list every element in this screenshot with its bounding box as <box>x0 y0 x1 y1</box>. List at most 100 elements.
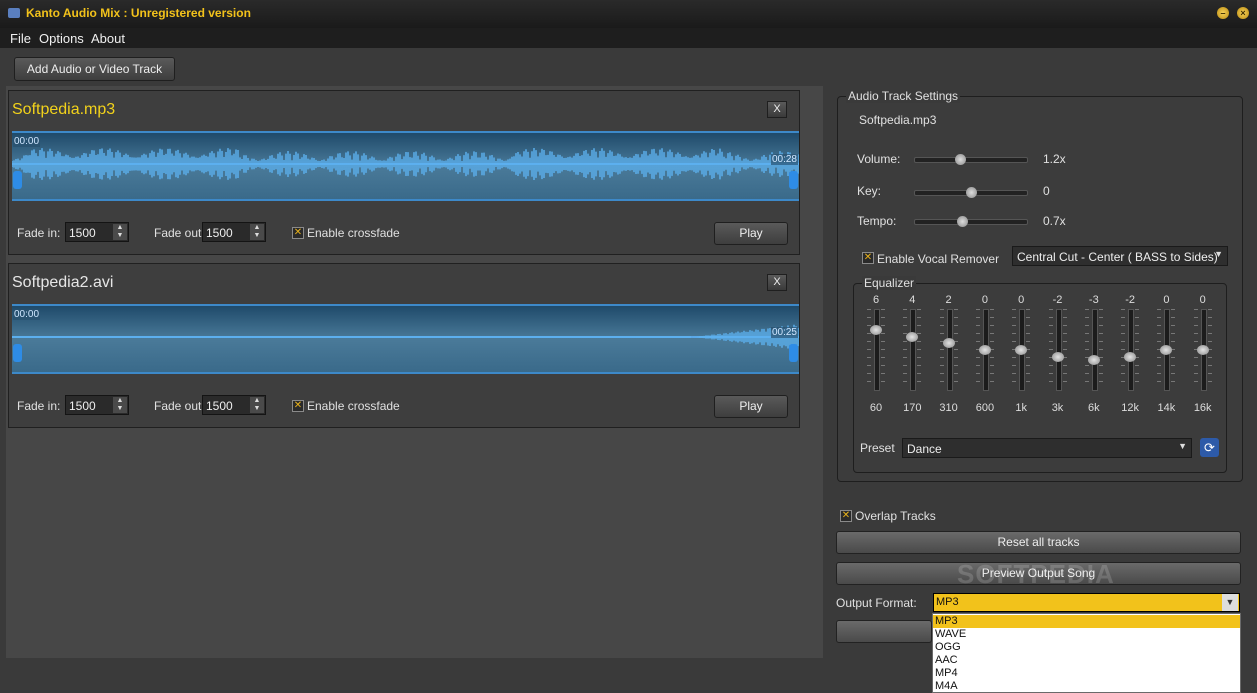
eq-gain-label: -2 <box>1052 294 1063 306</box>
format-option[interactable]: OGG <box>933 641 1240 654</box>
preset-select[interactable]: Dance ▼ <box>902 438 1192 458</box>
stepper-arrows-icon[interactable]: ▲ ▼ <box>250 224 264 240</box>
eq-gain-label: -3 <box>1088 294 1099 306</box>
eq-slider-track[interactable] <box>1128 309 1135 391</box>
overlap-tracks-checkbox[interactable]: ✕ <box>840 510 852 522</box>
eq-slider-track[interactable] <box>910 309 917 391</box>
play-button[interactable]: Play <box>714 222 788 245</box>
eq-slider-track[interactable] <box>946 309 953 391</box>
track-name: Softpedia.mp3 <box>12 101 116 118</box>
eq-band[interactable]: 6 60 <box>861 294 891 434</box>
eq-band[interactable]: 0 1k <box>1006 294 1036 434</box>
minimize-icon[interactable]: – <box>1217 7 1229 19</box>
save-output-button[interactable] <box>836 620 932 643</box>
eq-band[interactable]: -3 6k <box>1079 294 1109 434</box>
track-panel: Softpedia.mp3 X 00:00 00:28 Fade in: 150… <box>8 90 800 255</box>
eq-band[interactable]: 2 310 <box>934 294 964 434</box>
eq-frequency-label: 16k <box>1193 402 1212 414</box>
eq-slider-thumb[interactable] <box>942 338 955 349</box>
equalizer-title: Equalizer <box>862 276 917 290</box>
play-button[interactable]: Play <box>714 395 788 418</box>
eq-slider-thumb[interactable] <box>978 345 991 355</box>
fade-out-value: 1500 <box>206 226 233 240</box>
chevron-down-icon: ▼ <box>1214 249 1223 259</box>
equalizer-group: Equalizer 6 60 4 170 2 310 0 600 0 1k -2 3k -3 6k -2 12… <box>853 276 1227 473</box>
start-handle[interactable] <box>13 171 22 189</box>
eq-slider-thumb[interactable] <box>1124 351 1137 362</box>
format-option[interactable]: MP3 <box>933 615 1240 628</box>
add-track-button[interactable]: Add Audio or Video Track <box>14 57 175 81</box>
menu-about[interactable]: About <box>91 31 125 46</box>
reset-tracks-button[interactable]: Reset all tracks <box>836 531 1241 554</box>
eq-band[interactable]: 0 600 <box>970 294 1000 434</box>
selected-track-name: Softpedia.mp3 <box>859 113 937 127</box>
close-window-icon[interactable]: × <box>1237 7 1249 19</box>
end-handle[interactable] <box>789 344 798 362</box>
format-option[interactable]: M4A <box>933 680 1240 693</box>
start-handle[interactable] <box>13 344 22 362</box>
eq-slider-track[interactable] <box>874 309 880 391</box>
eq-ticks <box>953 309 958 389</box>
eq-slider-thumb[interactable] <box>870 325 882 335</box>
menu-bar: File Options About <box>0 28 1257 48</box>
remove-track-button[interactable]: X <box>767 101 787 118</box>
eq-band[interactable]: 4 170 <box>897 294 927 434</box>
eq-frequency-label: 12k <box>1121 402 1139 414</box>
crossfade-label: Enable crossfade <box>307 399 400 413</box>
key-value: 0 <box>1043 184 1050 198</box>
waveform[interactable]: 00:00 00:28 <box>12 131 799 201</box>
tempo-slider-thumb[interactable] <box>957 216 969 227</box>
stepper-arrows-icon[interactable]: ▲ ▼ <box>250 397 264 413</box>
volume-slider-thumb[interactable] <box>955 154 967 165</box>
output-format-label: Output Format: <box>836 596 917 610</box>
app-icon <box>8 8 20 18</box>
eq-slider-thumb[interactable] <box>1196 345 1209 355</box>
menu-options[interactable]: Options <box>39 31 84 46</box>
key-slider-thumb[interactable] <box>965 187 977 198</box>
end-handle[interactable] <box>789 171 798 189</box>
eq-gain-label: 4 <box>909 294 916 306</box>
volume-label: Volume: <box>857 152 901 166</box>
eq-band[interactable]: 0 16k <box>1188 294 1218 434</box>
chevron-down-icon: ▼ <box>1178 441 1187 451</box>
crossfade-checkbox[interactable]: ✕ <box>292 400 304 412</box>
menu-file[interactable]: File <box>10 31 31 46</box>
volume-slider[interactable] <box>914 154 1028 165</box>
remove-track-button[interactable]: X <box>767 274 787 291</box>
format-option[interactable]: WAVE <box>933 628 1240 641</box>
eq-band[interactable]: -2 3k <box>1043 294 1073 434</box>
key-label: Key: <box>857 184 882 198</box>
waveform[interactable]: 00:00 00:25 <box>12 304 799 374</box>
eq-slider-track[interactable] <box>1055 309 1062 391</box>
eq-slider-track[interactable] <box>1091 309 1098 391</box>
key-slider[interactable] <box>914 187 1028 198</box>
eq-slider-thumb[interactable] <box>1051 351 1064 362</box>
crossfade-checkbox[interactable]: ✕ <box>292 227 304 239</box>
format-option[interactable]: AAC <box>933 654 1240 667</box>
stepper-arrows-icon[interactable]: ▲ ▼ <box>113 224 127 240</box>
fade-in-stepper[interactable]: 1500 ▲ ▼ <box>65 222 129 242</box>
stepper-arrows-icon[interactable]: ▲ ▼ <box>113 397 127 413</box>
chevron-down-icon[interactable]: ▼ <box>1222 594 1238 611</box>
end-time: 00:28 <box>770 154 798 165</box>
track-name: Softpedia2.avi <box>12 274 114 291</box>
eq-ticks <box>1121 309 1126 389</box>
fade-in-label: Fade in: <box>17 226 61 240</box>
format-option[interactable]: MP4 <box>933 667 1240 680</box>
vocal-remover-checkbox[interactable]: ✕ <box>862 252 874 264</box>
tempo-slider[interactable] <box>914 216 1028 227</box>
start-time: 00:00 <box>13 309 41 320</box>
eq-slider-thumb[interactable] <box>1087 355 1100 365</box>
refresh-icon[interactable]: ⟳ <box>1200 438 1219 457</box>
eq-frequency-label: 1k <box>1015 402 1027 414</box>
fade-out-stepper[interactable]: 1500 ▲ ▼ <box>202 222 266 242</box>
vocal-mode-select[interactable]: Central Cut - Center ( BASS to Sides) ▼ <box>1012 246 1228 266</box>
output-format-select[interactable]: MP3 ▼ <box>933 593 1240 612</box>
eq-band[interactable]: 0 14k <box>1151 294 1181 434</box>
end-time: 00:25 <box>770 327 798 338</box>
fade-out-stepper[interactable]: 1500 ▲ ▼ <box>202 395 266 415</box>
eq-slider-thumb[interactable] <box>906 331 919 342</box>
track-panel: Softpedia2.avi X 00:00 00:25 Fade in: 15… <box>8 263 800 428</box>
fade-in-stepper[interactable]: 1500 ▲ ▼ <box>65 395 129 415</box>
eq-band[interactable]: -2 12k <box>1115 294 1145 434</box>
